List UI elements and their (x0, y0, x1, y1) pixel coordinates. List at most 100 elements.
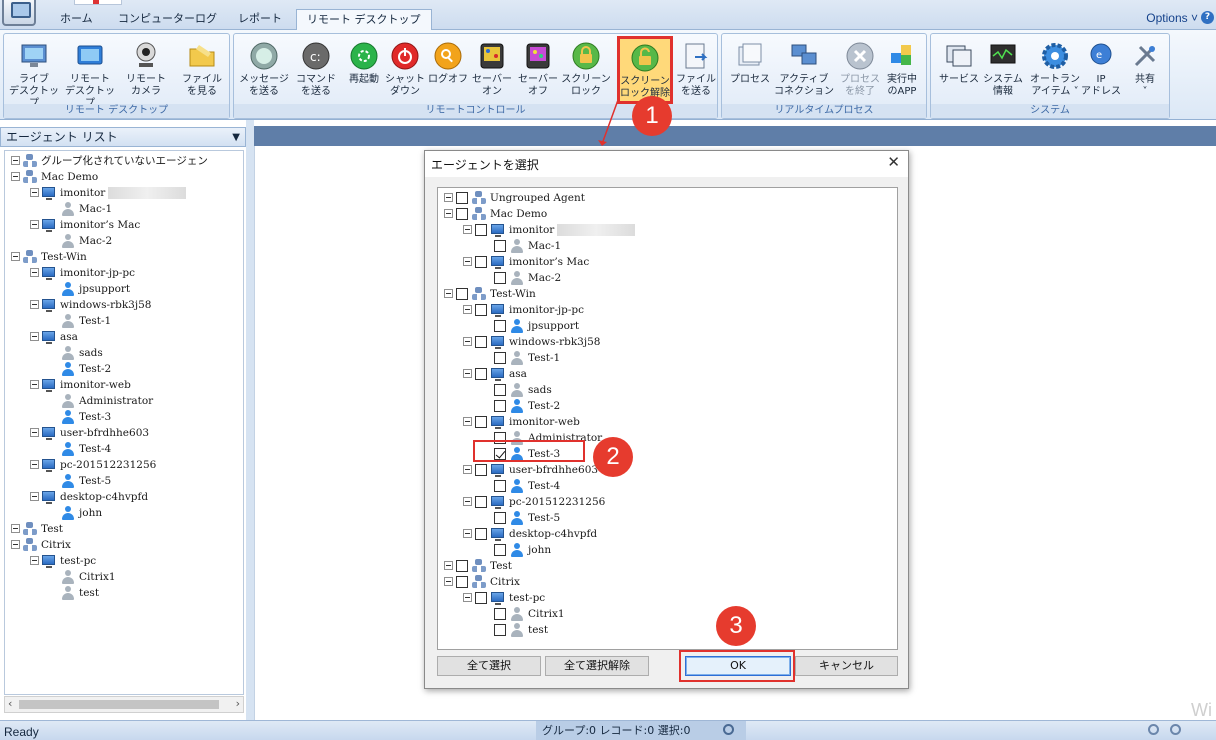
agent-checkbox[interactable] (456, 560, 468, 572)
panel-splitter[interactable] (246, 120, 254, 720)
search-icon[interactable] (723, 724, 734, 735)
collapse-toggle-icon[interactable] (463, 337, 472, 346)
tree-item-label: user-bfrdhhe603 (509, 464, 599, 476)
agent-checkbox[interactable] (456, 576, 468, 588)
collapse-toggle-icon[interactable] (444, 193, 453, 202)
tree-item-label: desktop-c4hvpfd (60, 491, 149, 503)
end-process-icon (845, 41, 875, 71)
collapse-toggle-icon[interactable] (463, 305, 472, 314)
collapse-toggle-icon[interactable] (463, 257, 472, 266)
agent-checkbox[interactable] (494, 352, 506, 364)
collapse-toggle-icon[interactable] (444, 289, 453, 298)
agent-checkbox[interactable] (475, 464, 487, 476)
screen-lock-button[interactable]: スクリーン ロック (558, 37, 614, 103)
collapse-toggle-icon[interactable] (463, 529, 472, 538)
agent-checkbox[interactable] (494, 624, 506, 636)
collapse-toggle-icon[interactable] (444, 577, 453, 586)
agent-checkbox[interactable] (494, 480, 506, 492)
agent-checkbox[interactable] (494, 384, 506, 396)
collapse-toggle-icon[interactable] (11, 540, 20, 549)
zoom-out-icon[interactable] (1148, 724, 1159, 735)
process-button[interactable]: プロセス (722, 37, 778, 103)
collapse-toggle-icon[interactable] (463, 369, 472, 378)
remote-desktop-button[interactable]: リモート デスクトップ (62, 37, 118, 109)
agent-checkbox[interactable] (475, 416, 487, 428)
collapse-toggle-icon[interactable] (463, 465, 472, 474)
agent-checkbox[interactable] (494, 400, 506, 412)
collapse-toggle-icon[interactable] (30, 556, 39, 565)
collapse-toggle-icon[interactable] (11, 156, 20, 165)
screen-unlock-button[interactable]: スクリーン ロック解除 (617, 36, 673, 104)
scroll-left-icon[interactable]: ‹ (8, 697, 12, 710)
chevron-down-icon[interactable]: ▼ (232, 129, 240, 147)
agent-checkbox[interactable] (494, 240, 506, 252)
help-icon[interactable]: ? (1201, 11, 1214, 24)
agent-checkbox[interactable] (475, 256, 487, 268)
tab-remote-desktop[interactable]: リモート デスクトップ (296, 9, 432, 31)
user-icon (61, 314, 75, 328)
tab-report[interactable]: レポート (228, 9, 292, 30)
active-connection-button[interactable]: アクティブ コネクション (772, 37, 836, 103)
collapse-toggle-icon[interactable] (30, 188, 39, 197)
collapse-toggle-icon[interactable] (444, 209, 453, 218)
system-info-button[interactable]: システム 情報 (975, 37, 1031, 103)
tree-item-label: Test (41, 523, 64, 535)
collapse-toggle-icon[interactable] (30, 220, 39, 229)
live-desktop-button[interactable]: ライブ デスクトップ (6, 37, 62, 109)
agent-checkbox[interactable] (475, 336, 487, 348)
view-files-button[interactable]: ファイル を見る (174, 37, 230, 103)
computer-icon (42, 219, 55, 232)
tab-home[interactable]: ホーム (50, 9, 103, 30)
command-icon: c: (301, 41, 331, 71)
collapse-toggle-icon[interactable] (463, 225, 472, 234)
agent-checkbox[interactable] (475, 496, 487, 508)
tree-item-label: imonitor’s Mac (60, 219, 141, 231)
horizontal-scrollbar[interactable]: ‹ › (4, 696, 244, 713)
agent-checkbox[interactable] (475, 528, 487, 540)
collapse-toggle-icon[interactable] (11, 172, 20, 181)
agent-checkbox[interactable] (456, 192, 468, 204)
agent-checkbox[interactable] (456, 288, 468, 300)
close-icon[interactable]: ✕ (887, 153, 900, 171)
agent-checkbox[interactable] (494, 608, 506, 620)
collapse-toggle-icon[interactable] (11, 252, 20, 261)
collapse-toggle-icon[interactable] (463, 593, 472, 602)
send-file-button[interactable]: ファイル を送る (668, 37, 724, 103)
remote-desktop-icon (75, 41, 105, 71)
collapse-toggle-icon[interactable] (11, 524, 20, 533)
share-button[interactable]: 共有 ˅ (1117, 37, 1173, 103)
collapse-toggle-icon[interactable] (30, 268, 39, 277)
select-all-button[interactable]: 全て選択 (437, 656, 541, 676)
agent-checkbox[interactable] (494, 544, 506, 556)
agent-checkbox[interactable] (456, 208, 468, 220)
tab-computer-log[interactable]: コンピューターログ (108, 9, 227, 30)
running-app-button[interactable]: 実行中 のAPP (874, 37, 930, 103)
collapse-toggle-icon[interactable] (30, 300, 39, 309)
collapse-toggle-icon[interactable] (30, 492, 39, 501)
collapse-toggle-icon[interactable] (30, 460, 39, 469)
user-icon (61, 410, 75, 424)
collapse-toggle-icon[interactable] (444, 561, 453, 570)
scroll-right-icon[interactable]: › (236, 697, 240, 710)
agent-checkbox[interactable] (494, 272, 506, 284)
agent-checkbox[interactable] (475, 592, 487, 604)
options-menu[interactable]: Options ˅ (1146, 11, 1198, 25)
scrollbar-thumb[interactable] (19, 700, 219, 709)
collapse-toggle-icon[interactable] (30, 428, 39, 437)
cancel-button[interactable]: キャンセル (795, 656, 898, 676)
collapse-toggle-icon[interactable] (30, 380, 39, 389)
agent-checkbox[interactable] (475, 304, 487, 316)
remote-camera-button[interactable]: リモート カメラ (118, 37, 174, 103)
agent-checkbox[interactable] (494, 320, 506, 332)
collapse-toggle-icon[interactable] (463, 497, 472, 506)
send-message-button[interactable]: メッセージ を送る (236, 37, 292, 103)
zoom-in-icon[interactable] (1170, 724, 1181, 735)
group-icon (23, 250, 37, 264)
agent-checkbox[interactable] (475, 368, 487, 380)
ribbon-group-remote-desktop: ライブ デスクトップ リモート デスクトップ リモート カメラ ファイル を見る… (3, 33, 230, 119)
agent-checkbox[interactable] (475, 224, 487, 236)
collapse-toggle-icon[interactable] (30, 332, 39, 341)
deselect-all-button[interactable]: 全て選択解除 (545, 656, 649, 676)
collapse-toggle-icon[interactable] (463, 417, 472, 426)
agent-checkbox[interactable] (494, 512, 506, 524)
